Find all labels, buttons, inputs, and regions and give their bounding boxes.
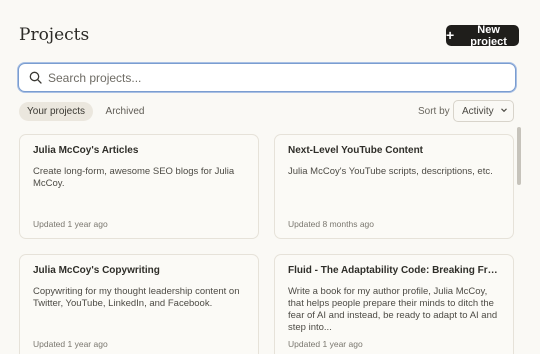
chevron-down-icon bbox=[500, 106, 508, 117]
project-card[interactable]: Fluid - The Adaptability Code: Breaking … bbox=[274, 254, 514, 354]
search-input[interactable] bbox=[48, 70, 515, 85]
project-card[interactable]: Next-Level YouTube Content Julia McCoy's… bbox=[274, 134, 514, 239]
project-title: Fluid - The Adaptability Code: Breaking … bbox=[288, 265, 503, 276]
project-updated: Updated 1 year ago bbox=[33, 339, 108, 349]
sort-select[interactable]: Activity bbox=[453, 100, 514, 122]
tab-archived[interactable]: Archived bbox=[100, 102, 150, 121]
project-card[interactable]: Julia McCoy's Copywriting Copywriting fo… bbox=[19, 254, 259, 354]
plus-icon: + bbox=[446, 27, 455, 43]
project-description: Copywriting for my thought leadership co… bbox=[33, 286, 240, 309]
tab-label: Archived bbox=[105, 106, 145, 117]
search-icon bbox=[29, 71, 42, 84]
project-updated: Updated 8 months ago bbox=[288, 219, 375, 229]
project-updated: Updated 1 year ago bbox=[33, 219, 108, 229]
project-title: Julia McCoy's Articles bbox=[33, 145, 139, 156]
new-project-button[interactable]: + New project bbox=[446, 23, 519, 48]
project-description: Create long-form, awesome SEO blogs for … bbox=[33, 166, 235, 189]
sort-value: Activity bbox=[462, 105, 494, 117]
project-description: Julia McCoy's YouTube scripts, descripti… bbox=[288, 166, 493, 177]
tab-label: Your projects bbox=[27, 106, 85, 117]
project-description: Write a book for my author profile, Juli… bbox=[288, 286, 498, 333]
tab-your-projects[interactable]: Your projects bbox=[19, 102, 93, 121]
project-card[interactable]: Julia McCoy's Articles Create long-form,… bbox=[19, 134, 259, 239]
project-title: Julia McCoy's Copywriting bbox=[33, 265, 160, 276]
project-title: Next-Level YouTube Content bbox=[288, 145, 424, 156]
page-title: Projects bbox=[19, 25, 90, 45]
sort-label: Sort by bbox=[418, 106, 450, 117]
new-project-label: New project bbox=[470, 23, 507, 48]
scrollbar-thumb[interactable] bbox=[517, 127, 521, 185]
search-bar[interactable] bbox=[18, 63, 516, 92]
project-updated: Updated 1 year ago bbox=[288, 339, 363, 349]
